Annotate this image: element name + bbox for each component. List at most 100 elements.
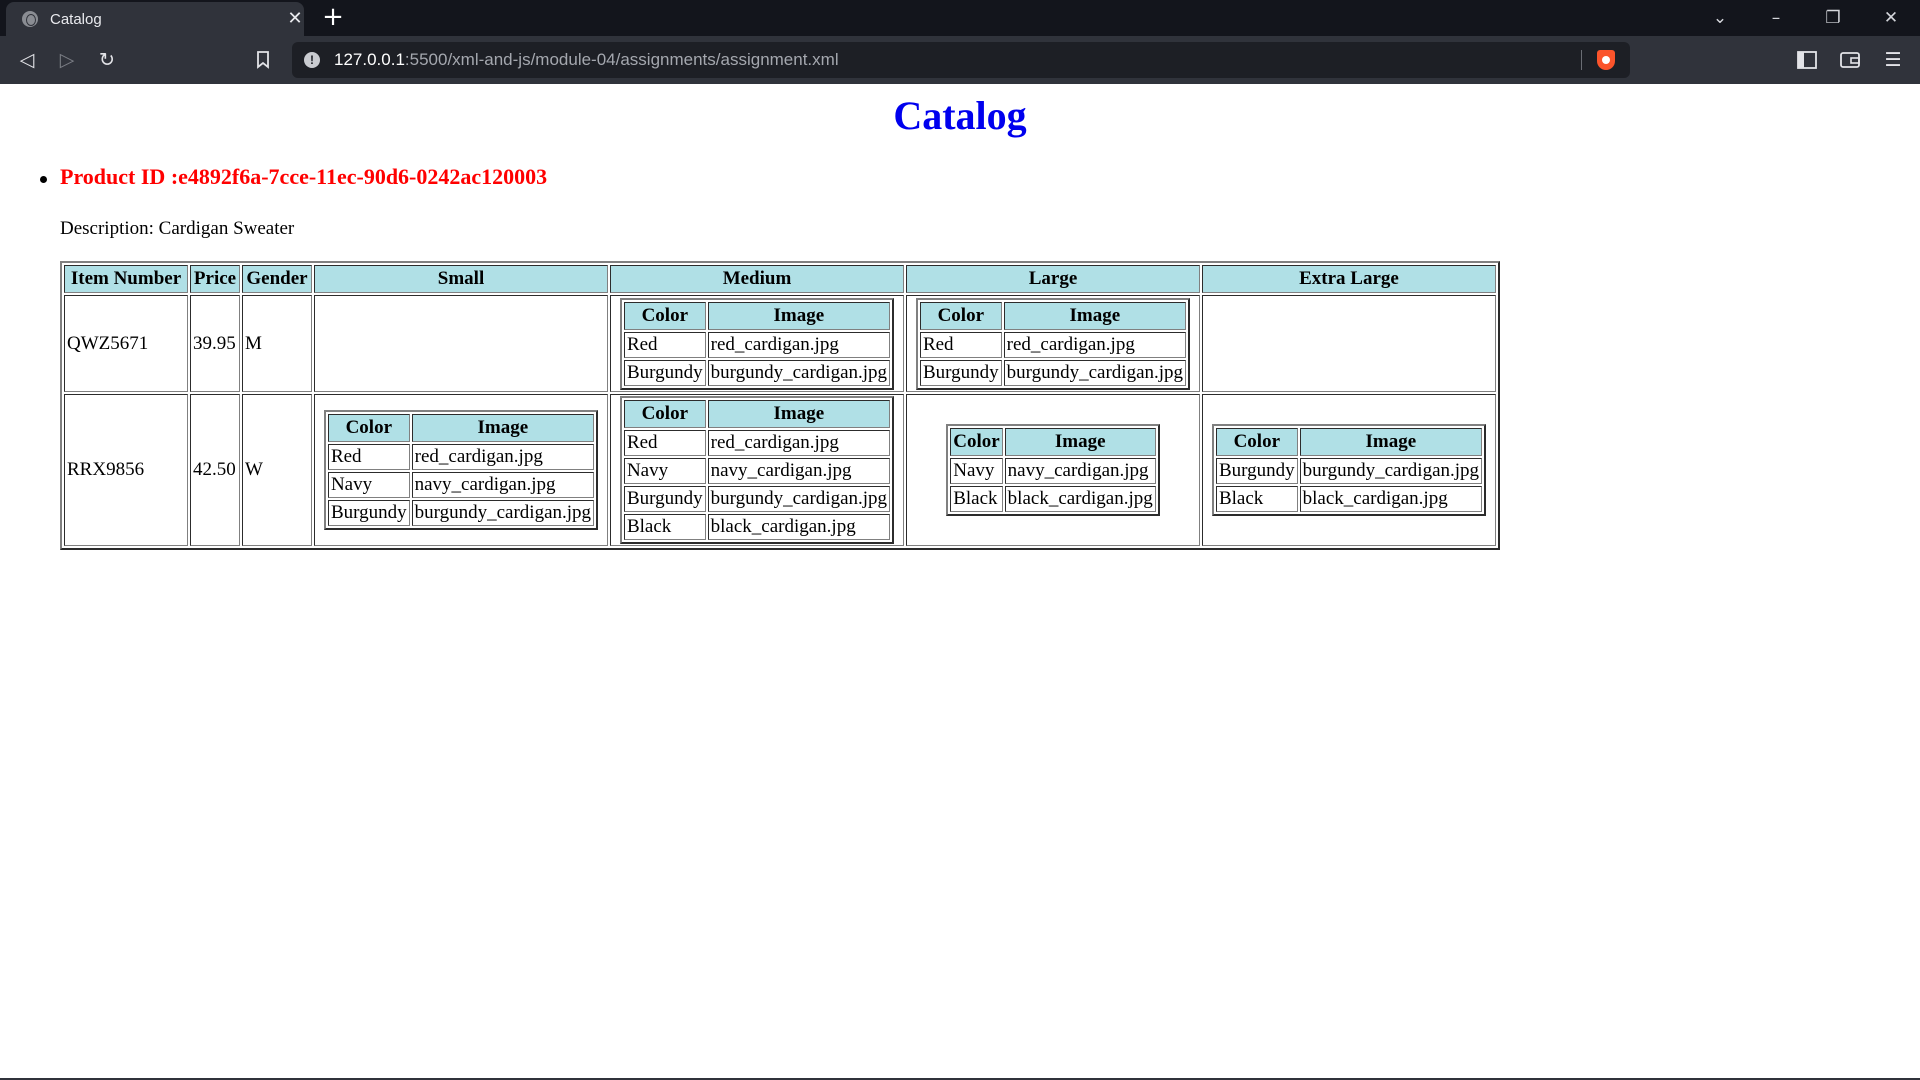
cell-size-small	[314, 295, 608, 392]
variant-image: red_cardigan.jpg	[411, 444, 595, 470]
variant-table: Color Image Red red_cardigan.jpg Burgundy bur…	[619, 297, 895, 390]
info-icon[interactable]: !	[304, 52, 320, 68]
variant-row: Navy navy_cardigan.jpg	[327, 472, 595, 498]
forward-arrow-icon[interactable]: ▷	[52, 46, 82, 74]
column-header: Gender	[242, 265, 312, 293]
variant-column-header: Image	[1299, 428, 1483, 456]
table-row: RRX9856 42.50 W Color Image Red red_cardigan.j…	[64, 394, 1496, 546]
variant-image: burgundy_cardigan.jpg	[411, 500, 595, 526]
cell-gender: M	[242, 295, 312, 392]
new-tab-button[interactable]: +	[320, 4, 346, 30]
variant-image: black_cardigan.jpg	[707, 514, 891, 540]
variant-header-row: Color Image	[327, 414, 595, 442]
cell-size-large: Color Image Navy navy_cardigan.jpg Black blac…	[906, 394, 1200, 546]
variant-header-row: Color Image	[919, 301, 1187, 330]
bookmark-icon[interactable]	[248, 46, 278, 74]
sidebar-icon[interactable]	[1792, 46, 1822, 74]
variant-color: Navy	[327, 472, 410, 498]
back-arrow-icon[interactable]: ◁	[12, 46, 42, 74]
column-header: Extra Large	[1202, 265, 1496, 293]
table-row: QWZ5671 39.95 M Color Image Red red_cardigan.j…	[64, 295, 1496, 392]
cell-item-number: RRX9856	[64, 394, 188, 546]
variant-image: burgundy_cardigan.jpg	[707, 486, 891, 512]
variant-column-header: Color	[327, 414, 410, 442]
tab-catalog[interactable]: Catalog ✕	[6, 2, 304, 36]
variant-row: Black black_cardigan.jpg	[1215, 486, 1483, 512]
tab-title: Catalog	[50, 11, 102, 28]
variant-image: navy_cardigan.jpg	[411, 472, 595, 498]
variant-column-header: Color	[1215, 428, 1298, 456]
restore-icon[interactable]: ❐	[1818, 4, 1848, 32]
variant-row: Black black_cardigan.jpg	[950, 486, 1156, 512]
tab-strip: Catalog ✕ + ⌄ – ❐ ✕	[0, 0, 1920, 36]
brave-lion-icon[interactable]	[1597, 50, 1615, 70]
column-header: Medium	[610, 265, 904, 293]
cell-size-medium: Color Image Red red_cardigan.jpg Navy navy_ca…	[610, 394, 904, 546]
variant-color: Burgundy	[1215, 458, 1298, 484]
variant-table: Color Image Burgundy burgundy_cardigan.jpg B…	[1211, 424, 1487, 516]
variant-table: Color Image Red red_cardigan.jpg Navy navy_ca…	[619, 396, 895, 544]
product-id: Product ID :e4892f6a-7cce-11ec-90d6-0242…	[60, 164, 548, 189]
variant-row: Black black_cardigan.jpg	[623, 514, 891, 540]
close-icon[interactable]: ✕	[1876, 4, 1906, 32]
variant-column-header: Color	[623, 301, 706, 330]
minimize-icon[interactable]: –	[1761, 4, 1791, 32]
variant-row: Burgundy burgundy_cardigan.jpg	[623, 359, 891, 386]
variant-header-row: Color Image	[623, 301, 891, 330]
variant-color: Navy	[950, 458, 1003, 484]
variant-image: navy_cardigan.jpg	[1004, 458, 1156, 484]
globe-icon	[22, 11, 38, 27]
cell-size-small: Color Image Red red_cardigan.jpg Navy navy_ca…	[314, 394, 608, 546]
variant-image: navy_cardigan.jpg	[707, 458, 891, 484]
variant-row: Red red_cardigan.jpg	[623, 331, 891, 358]
cell-size-extra-large: Color Image Burgundy burgundy_cardigan.jpg B…	[1202, 394, 1496, 546]
variant-color: Burgundy	[623, 486, 706, 512]
variant-image: burgundy_cardigan.jpg	[1299, 458, 1483, 484]
chevron-down-icon[interactable]: ⌄	[1705, 4, 1735, 32]
variant-image: red_cardigan.jpg	[707, 430, 891, 456]
cell-size-medium: Color Image Red red_cardigan.jpg Burgundy bur…	[610, 295, 904, 392]
reload-icon[interactable]: ↻	[92, 46, 122, 74]
variant-row: Burgundy burgundy_cardigan.jpg	[919, 359, 1187, 386]
variant-color: Black	[950, 486, 1003, 512]
variant-image: black_cardigan.jpg	[1004, 486, 1156, 512]
variant-table: Color Image Red red_cardigan.jpg Navy navy_ca…	[323, 410, 599, 530]
catalog-table: Item Number Price Gender Small Medium La…	[60, 261, 1500, 550]
cell-size-extra-large	[1202, 295, 1496, 392]
variant-color: Navy	[623, 458, 706, 484]
variant-column-header: Image	[1004, 428, 1156, 456]
variant-image: burgundy_cardigan.jpg	[707, 359, 891, 386]
variant-color: Black	[623, 514, 706, 540]
variant-table: Color Image Navy navy_cardigan.jpg Black blac…	[946, 424, 1160, 516]
variant-column-header: Image	[707, 301, 891, 330]
variant-header-row: Color Image	[1215, 428, 1483, 456]
cell-price: 42.50	[190, 394, 240, 546]
cell-item-number: QWZ5671	[64, 295, 188, 392]
column-header: Item Number	[64, 265, 188, 293]
variant-column-header: Color	[950, 428, 1003, 456]
variant-row: Red red_cardigan.jpg	[327, 444, 595, 470]
address-bar[interactable]: ! 127.0.0.1:5500/xml-and-js/module-04/as…	[292, 42, 1630, 78]
column-header: Price	[190, 265, 240, 293]
bullet-icon	[40, 176, 47, 183]
page-title: Catalog	[893, 93, 1027, 138]
close-icon[interactable]: ✕	[284, 8, 306, 30]
variant-header-row: Color Image	[623, 400, 891, 428]
variant-column-header: Image	[1003, 301, 1187, 330]
cell-gender: W	[242, 394, 312, 546]
column-header: Small	[314, 265, 608, 293]
variant-row: Navy navy_cardigan.jpg	[623, 458, 891, 484]
hamburger-menu-icon[interactable]: ☰	[1878, 46, 1908, 74]
variant-image: burgundy_cardigan.jpg	[1003, 359, 1187, 386]
variant-row: Burgundy burgundy_cardigan.jpg	[327, 500, 595, 526]
variant-row: Burgundy burgundy_cardigan.jpg	[1215, 458, 1483, 484]
browser-toolbar: ◁ ▷ ↻ ! 127.0.0.1:5500/xml-and-js/module…	[0, 36, 1920, 84]
variant-color: Burgundy	[623, 359, 706, 386]
wallet-icon[interactable]	[1835, 46, 1865, 74]
variant-table: Color Image Red red_cardigan.jpg Burgundy bur…	[915, 297, 1191, 390]
variant-color: Black	[1215, 486, 1298, 512]
variant-row: Navy navy_cardigan.jpg	[950, 458, 1156, 484]
variant-row: Red red_cardigan.jpg	[919, 331, 1187, 358]
url-path: :5500/xml-and-js/module-04/assignments/a…	[404, 50, 839, 69]
product-description: Description: Cardigan Sweater	[60, 218, 295, 239]
